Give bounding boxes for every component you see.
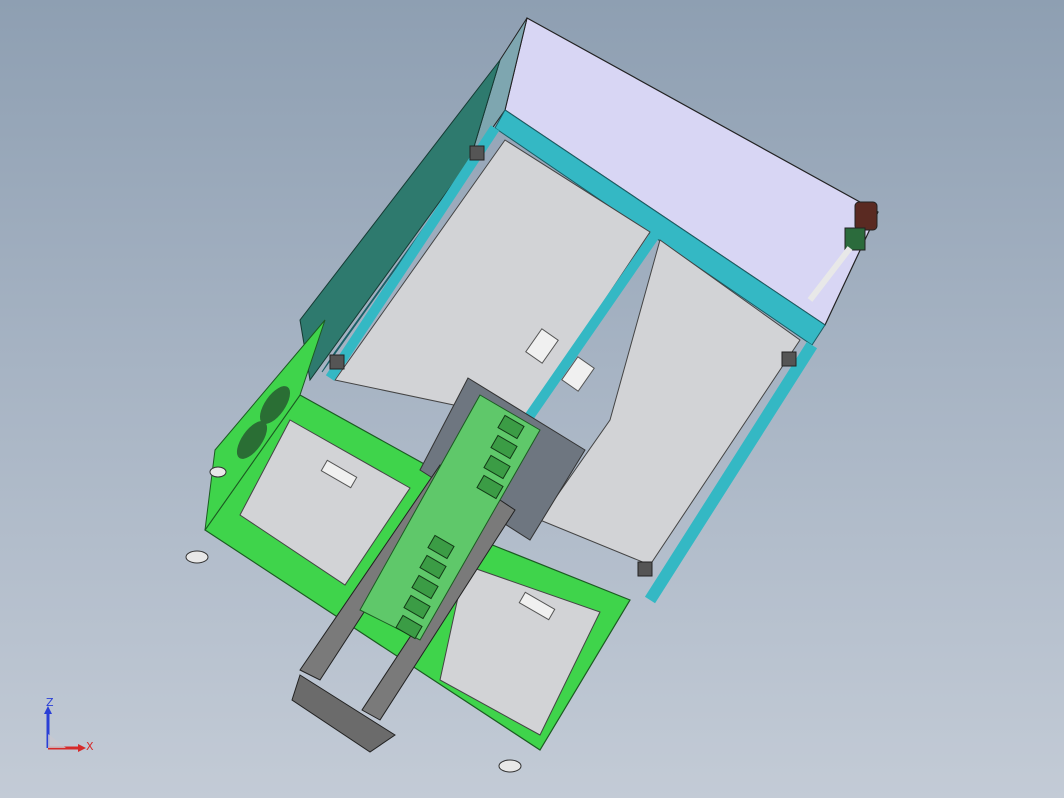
leveling-foot-back [209, 466, 227, 478]
corner-bracket [469, 145, 485, 161]
triad-plane [48, 734, 66, 748]
x-axis-label: X [86, 740, 94, 753]
corner-bracket [329, 354, 345, 370]
signal-tower-red [854, 201, 878, 231]
leveling-foot-left [185, 550, 209, 564]
axis-triad: Z X [44, 696, 94, 753]
z-axis-label: Z [46, 696, 54, 709]
cad-viewport[interactable]: Z X [0, 0, 1064, 798]
corner-bracket [637, 561, 653, 577]
leveling-foot-bottom [498, 759, 522, 773]
machine-model[interactable] [0, 0, 1064, 798]
corner-bracket [781, 351, 797, 367]
x-axis-arrow [78, 744, 86, 752]
